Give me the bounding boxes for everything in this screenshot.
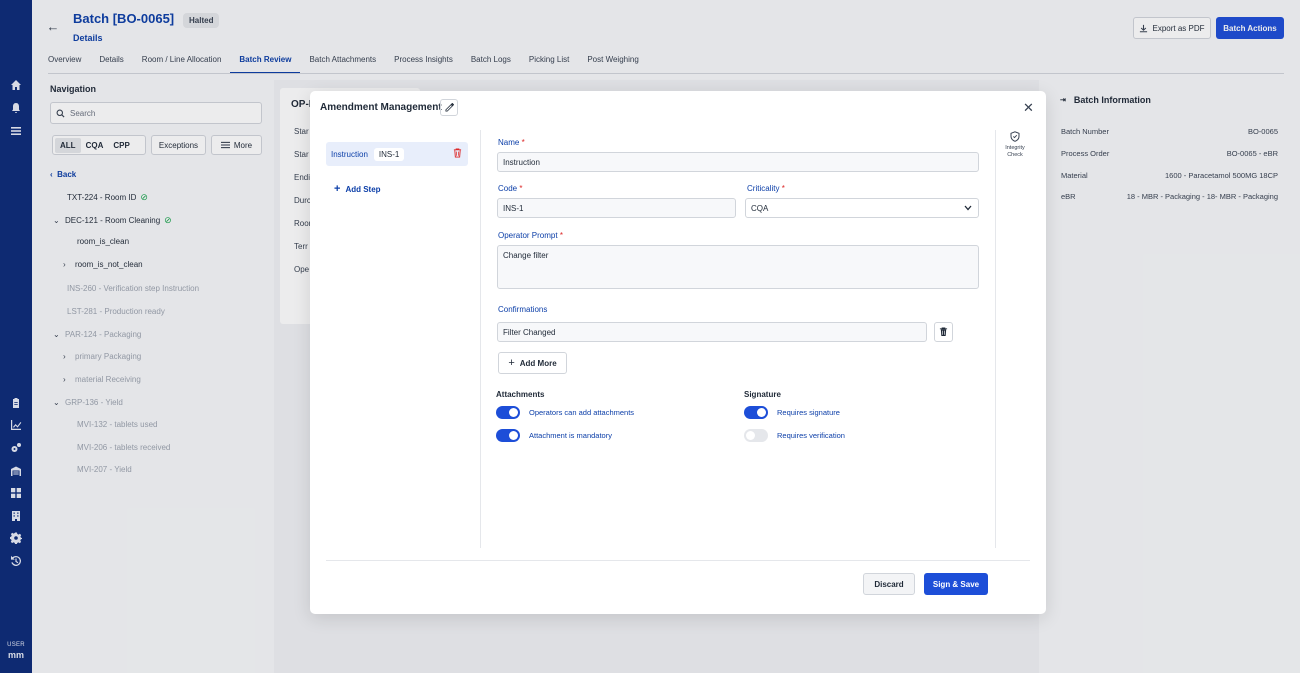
operator-prompt-textarea[interactable]: Change filter [497, 245, 979, 289]
attachments-title: Attachments [496, 390, 545, 399]
integrity-label: Check [1007, 152, 1023, 158]
step-code: INS-1 [373, 147, 405, 161]
criticality-value: CQA [751, 204, 769, 213]
attachment-mandatory-toggle[interactable] [496, 429, 520, 442]
delete-confirmation-button[interactable] [934, 322, 953, 342]
trash-icon [939, 327, 948, 337]
toggle-label: Requires verification [777, 431, 845, 440]
integrity-check-button[interactable]: Integrity Check [1000, 131, 1030, 159]
toggle-row: Requires signature [744, 406, 840, 419]
toggle-row: Operators can add attachments [496, 406, 634, 419]
operators-add-attachments-toggle[interactable] [496, 406, 520, 419]
name-input[interactable]: Instruction [497, 152, 979, 172]
name-label: Name * [498, 138, 525, 147]
modal-title: Amendment Management [320, 102, 442, 113]
code-input[interactable]: INS-1 [497, 198, 736, 218]
toggle-row: Attachment is mandatory [496, 429, 612, 442]
confirmation-input[interactable]: Filter Changed [497, 322, 927, 342]
confirmations-label: Confirmations [498, 305, 548, 314]
add-step-label: Add Step [345, 184, 381, 194]
divider [995, 130, 996, 548]
close-icon[interactable]: ✕ [1023, 100, 1034, 116]
requires-verification-toggle[interactable] [744, 429, 768, 442]
amendment-modal: Amendment Management ✕ Instruction INS-1… [310, 91, 1046, 614]
shield-icon [1010, 131, 1020, 142]
trash-icon[interactable] [453, 148, 462, 158]
divider [480, 130, 481, 548]
sign-save-button[interactable]: Sign & Save [924, 573, 988, 595]
add-more-label: Add More [519, 358, 557, 368]
step-item-instruction[interactable]: Instruction INS-1 [326, 142, 468, 166]
add-step-button[interactable]: + Add Step [334, 183, 381, 195]
pencil-icon [444, 103, 454, 112]
code-label: Code * [498, 184, 523, 193]
toggle-label: Requires signature [777, 408, 840, 417]
signature-title: Signature [744, 390, 781, 399]
plus-icon: + [334, 183, 341, 195]
chevron-down-icon [964, 205, 972, 211]
add-more-button[interactable]: + Add More [498, 352, 567, 374]
edit-title-button[interactable] [440, 99, 458, 116]
step-type: Instruction [331, 149, 368, 159]
prompt-label: Operator Prompt * [498, 231, 563, 240]
discard-button[interactable]: Discard [863, 573, 915, 595]
criticality-select[interactable]: CQA [745, 198, 979, 218]
requires-signature-toggle[interactable] [744, 406, 768, 419]
integrity-label: Integrity [1005, 145, 1025, 151]
toggle-label: Attachment is mandatory [529, 431, 612, 440]
criticality-label: Criticality * [747, 184, 785, 193]
toggle-label: Operators can add attachments [529, 408, 635, 417]
footer-divider [326, 560, 1030, 561]
plus-icon: + [508, 357, 515, 369]
toggle-row: Requires verification [744, 429, 845, 442]
